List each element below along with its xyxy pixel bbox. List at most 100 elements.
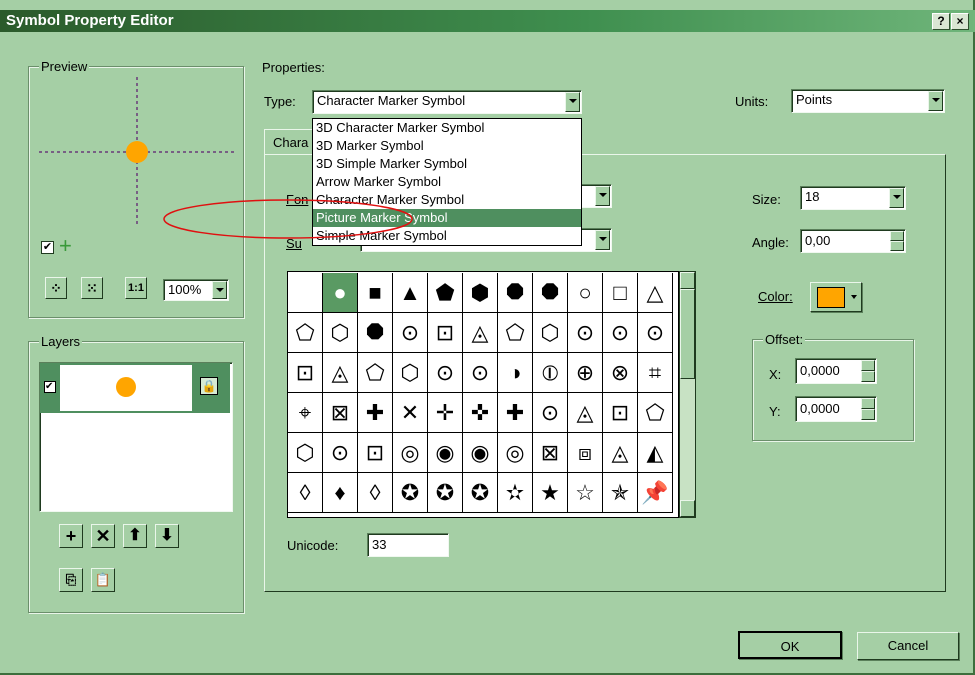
glyph-cell[interactable]: ⊡ — [428, 313, 463, 353]
glyph-cell[interactable]: ♦ — [323, 473, 358, 513]
size-combo[interactable]: 18 — [800, 186, 906, 210]
glyph-cell[interactable]: ✚ — [498, 393, 533, 433]
glyph-cell[interactable]: ⬡ — [393, 353, 428, 393]
glyph-cell[interactable]: ⬠ — [288, 313, 323, 353]
glyph-cell[interactable]: ⯃ — [358, 313, 393, 353]
glyph-cell[interactable]: ⊡ — [288, 353, 323, 393]
copy-icon[interactable]: ⎘ — [59, 568, 83, 592]
glyph-cell[interactable]: ⌗ — [638, 353, 673, 393]
glyph-cell[interactable]: ⯃ — [533, 273, 568, 313]
glyph-cell[interactable]: ⬠ — [638, 393, 673, 433]
type-option[interactable]: 3D Simple Marker Symbol — [313, 155, 581, 173]
glyph-cell[interactable]: ◬ — [603, 433, 638, 473]
glyph-cell[interactable]: ⊙ — [393, 313, 428, 353]
glyph-cell[interactable]: ⬢ — [463, 273, 498, 313]
glyph-cell[interactable]: ◎ — [393, 433, 428, 473]
zoom-in-icon[interactable]: ⁘ — [45, 277, 67, 299]
glyph-cell[interactable]: ✫ — [498, 473, 533, 513]
glyph-cell[interactable]: ⬡ — [288, 433, 323, 473]
glyph-cell[interactable]: 📌 — [638, 473, 673, 513]
scroll-up-icon[interactable] — [680, 272, 695, 289]
paste-icon[interactable]: 📋 — [91, 568, 115, 592]
glyph-cell[interactable]: ✪ — [393, 473, 428, 513]
glyph-cell[interactable]: ⊡ — [603, 393, 638, 433]
actual-size-icon[interactable]: 1:1 — [125, 277, 147, 299]
type-combo[interactable]: Character Marker Symbol — [312, 90, 582, 114]
glyph-cell[interactable]: ⊙ — [463, 353, 498, 393]
chevron-down-icon[interactable] — [928, 91, 943, 111]
glyph-cell[interactable]: ✜ — [463, 393, 498, 433]
glyph-cell[interactable]: ⬠ — [358, 353, 393, 393]
glyph-cell[interactable]: ✪ — [428, 473, 463, 513]
glyph-scrollbar[interactable] — [679, 271, 696, 518]
unicode-input[interactable]: 33 — [367, 533, 449, 557]
glyph-cell[interactable]: ⊙ — [603, 313, 638, 353]
plus-icon[interactable]: + — [59, 233, 72, 259]
glyph-cell[interactable]: ▲ — [393, 273, 428, 313]
glyph-cell[interactable]: ★ — [533, 473, 568, 513]
glyph-cell[interactable]: ⌖ — [288, 393, 323, 433]
glyph-cell[interactable]: ⯃ — [498, 273, 533, 313]
add-layer-icon[interactable]: + — [59, 524, 83, 548]
glyph-cell[interactable]: ⊙ — [568, 313, 603, 353]
glyph-cell[interactable]: ⊕ — [568, 353, 603, 393]
glyph-cell[interactable]: ✚ — [358, 393, 393, 433]
glyph-cell[interactable]: ⊡ — [358, 433, 393, 473]
x-spin-buttons[interactable] — [861, 360, 875, 382]
help-button[interactable]: ? — [932, 13, 950, 30]
lock-icon[interactable]: 🔒 — [200, 377, 218, 395]
glyph-grid[interactable]: ● ■ ▲ ⬟ ⬢ ⯃ ⯃ ○ □ △ ⬠ ⬡ ⯃ ⊙ ⊡ ◬ ⬠ ⬡ ⊙ ⊙ ⊙ ⊡ ◬ ⬠ ⬡ ⊙ ⊙ ◑ ⦶ ⊕ ⊗ ⌗ ⌖ ⊠ ✚ ✕ ✛ ✜ ✚ ⊙… — [287, 271, 679, 518]
x-offset-spinner[interactable]: 0,0000 — [795, 358, 877, 384]
zoom-combo[interactable]: 100% — [163, 279, 229, 301]
preview-checkbox[interactable]: ✔ — [41, 241, 54, 254]
glyph-cell[interactable]: ⊠ — [323, 393, 358, 433]
layer-checkbox[interactable]: ✔ — [44, 381, 56, 393]
units-combo[interactable]: Points — [791, 89, 945, 113]
glyph-cell[interactable]: ☆ — [568, 473, 603, 513]
glyph-cell[interactable]: ◬ — [568, 393, 603, 433]
glyph-cell[interactable]: ⊙ — [533, 393, 568, 433]
glyph-cell[interactable]: ◉ — [428, 433, 463, 473]
move-down-icon[interactable]: ⬇ — [155, 524, 179, 548]
color-picker-button[interactable] — [810, 282, 862, 312]
glyph-cell[interactable]: ◊ — [288, 473, 323, 513]
glyph-cell[interactable]: ◉ — [463, 433, 498, 473]
cancel-button[interactable]: Cancel — [857, 632, 959, 660]
glyph-cell[interactable]: ⬡ — [323, 313, 358, 353]
close-button[interactable]: × — [951, 13, 969, 30]
y-offset-spinner[interactable]: 0,0000 — [795, 396, 877, 422]
glyph-cell[interactable]: ● — [323, 273, 358, 313]
glyph-cell[interactable]: ◑ — [498, 353, 533, 393]
glyph-cell[interactable]: ⬡ — [533, 313, 568, 353]
glyph-cell[interactable]: ⧈ — [568, 433, 603, 473]
glyph-cell[interactable]: ⊗ — [603, 353, 638, 393]
layers-list[interactable]: ✔ 🔒 — [39, 362, 233, 512]
glyph-cell[interactable]: ◎ — [498, 433, 533, 473]
ok-button[interactable]: OK — [738, 631, 842, 659]
layer-row[interactable]: ✔ 🔒 — [40, 363, 230, 413]
chevron-down-icon[interactable] — [595, 230, 610, 250]
type-option[interactable]: 3D Marker Symbol — [313, 137, 581, 155]
glyph-cell[interactable]: ◬ — [323, 353, 358, 393]
glyph-cell[interactable]: ✛ — [428, 393, 463, 433]
glyph-cell[interactable]: ⊙ — [638, 313, 673, 353]
remove-layer-icon[interactable]: ✕ — [91, 524, 115, 548]
angle-spinner[interactable]: 0,00 — [800, 229, 906, 253]
chevron-down-icon[interactable] — [595, 186, 610, 206]
glyph-cell[interactable]: ⊙ — [428, 353, 463, 393]
glyph-cell[interactable]: ⦶ — [533, 353, 568, 393]
glyph-cell[interactable]: □ — [603, 273, 638, 313]
angle-spin-buttons[interactable] — [890, 231, 904, 251]
type-option[interactable]: 3D Character Marker Symbol — [313, 119, 581, 137]
chevron-down-icon[interactable] — [212, 281, 227, 299]
glyph-cell[interactable] — [288, 273, 323, 313]
glyph-cell[interactable]: ⬟ — [428, 273, 463, 313]
glyph-cell[interactable]: ⊠ — [533, 433, 568, 473]
move-up-icon[interactable]: ⬆ — [123, 524, 147, 548]
glyph-cell[interactable]: ✕ — [393, 393, 428, 433]
glyph-cell[interactable]: ◭ — [638, 433, 673, 473]
y-spin-buttons[interactable] — [861, 398, 875, 420]
glyph-cell[interactable]: ⊙ — [323, 433, 358, 473]
glyph-cell[interactable]: ⬠ — [498, 313, 533, 353]
glyph-cell[interactable]: ✯ — [603, 473, 638, 513]
